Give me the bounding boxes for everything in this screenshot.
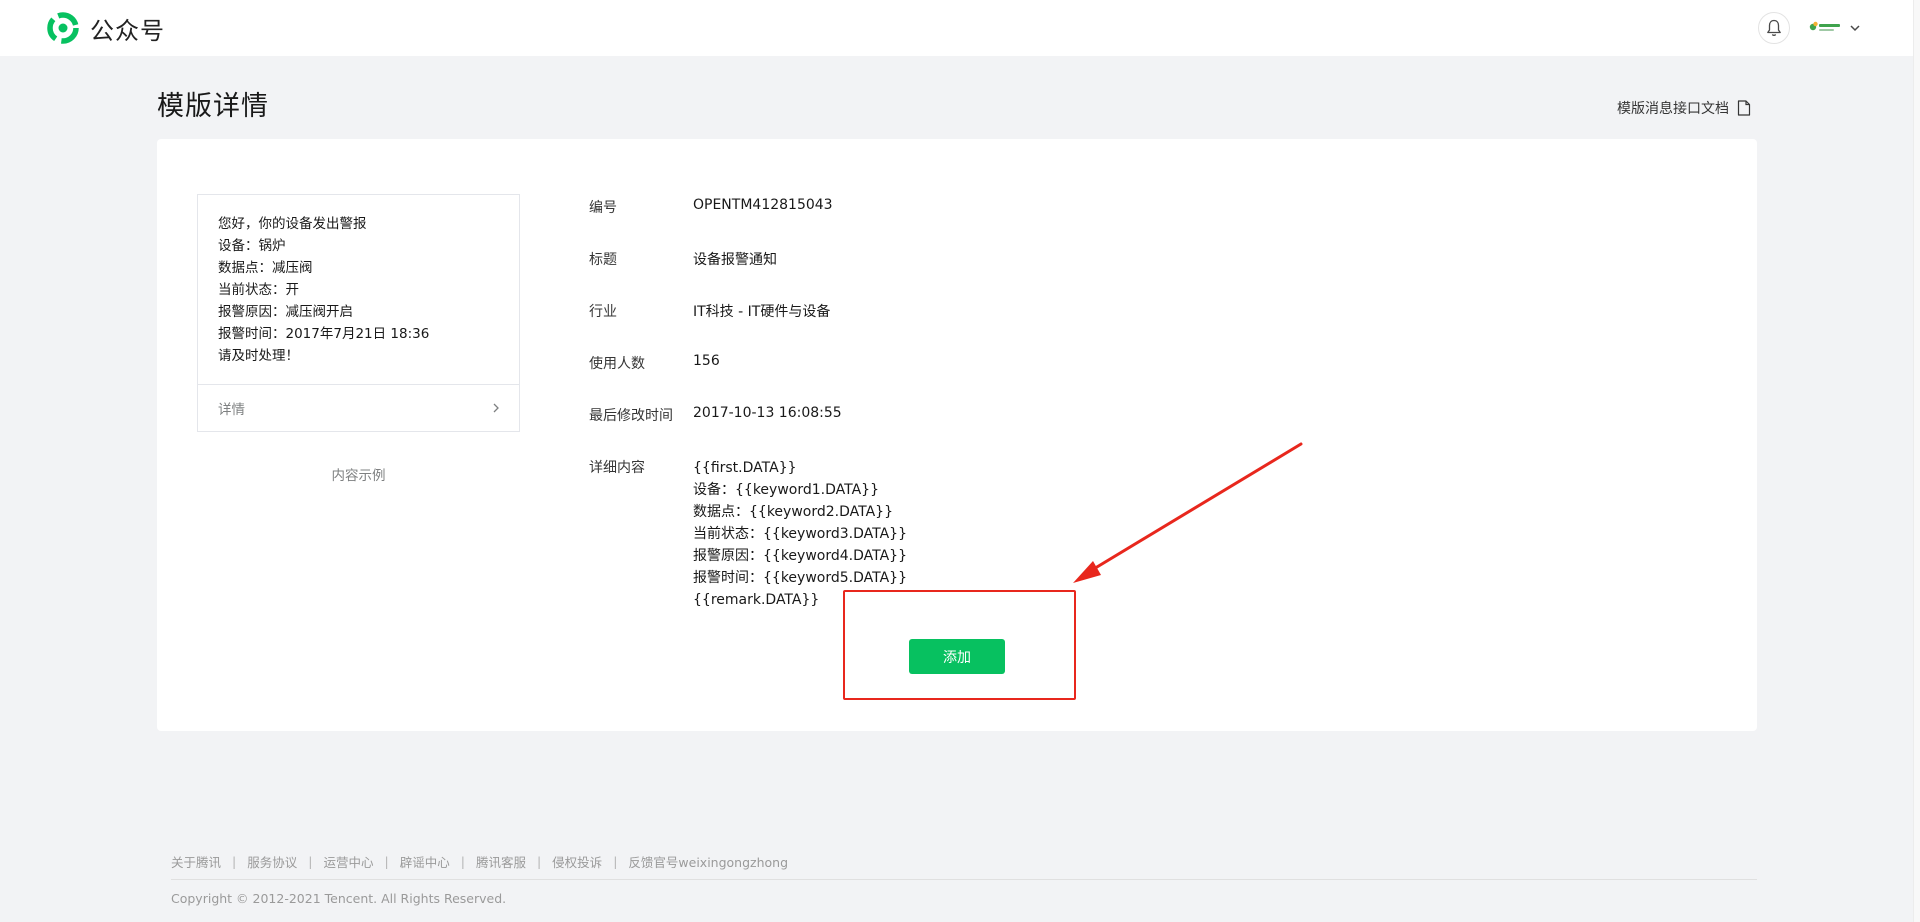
copyright: Copyright © 2012-2021 Tencent. All Right… (171, 891, 507, 906)
footer-link-infringement[interactable]: 侵权投诉 (552, 852, 602, 871)
footer-link-service-agreement[interactable]: 服务协议 (247, 852, 297, 871)
footer-link-rumor-center[interactable]: 辟谣中心 (400, 852, 450, 871)
page-scrollbar[interactable] (1913, 0, 1920, 922)
footer-link-customer-service[interactable]: 腾讯客服 (476, 852, 526, 871)
footer-links: 关于腾讯 | 服务协议 | 运营中心 | 辟谣中心 | 腾讯客服 | 侵权投诉 … (171, 852, 789, 871)
footer-link-feedback[interactable]: 反馈官号weixingongzhong (628, 852, 788, 871)
footer-link-operations-center[interactable]: 运营中心 (323, 852, 373, 871)
footer-link-about[interactable]: 关于腾讯 (171, 852, 221, 871)
footer-divider (171, 879, 1757, 880)
annotation-arrow-icon (1073, 442, 1303, 583)
